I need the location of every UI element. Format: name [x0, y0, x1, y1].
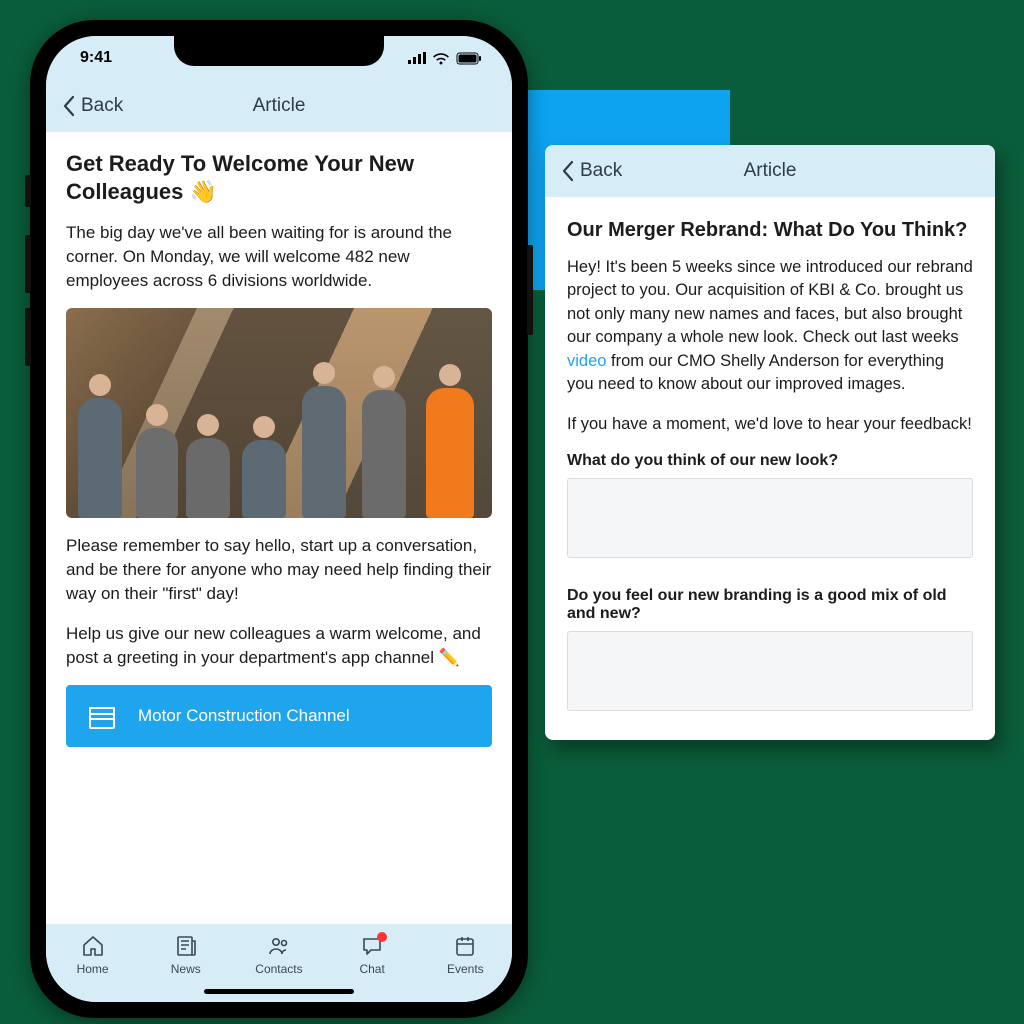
phone-frame: 9:41 Back Article Get Ready To Welcome Y… [30, 20, 528, 1018]
notification-badge [377, 932, 387, 942]
back-button[interactable]: Back [62, 95, 123, 117]
article-paragraph-2: Please remember to say hello, start up a… [66, 534, 492, 605]
card-article-title: Our Merger Rebrand: What Do You Think? [567, 219, 973, 242]
tab-chat[interactable]: Chat [337, 934, 407, 976]
article-card: Back Article Our Merger Rebrand: What Do… [545, 145, 995, 740]
notch [174, 36, 384, 66]
channel-icon [86, 700, 118, 732]
channel-button-label: Motor Construction Channel [138, 706, 350, 726]
tab-chat-label: Chat [359, 962, 384, 976]
survey-answer-2[interactable] [567, 631, 973, 711]
battery-icon [456, 52, 482, 65]
tab-contacts[interactable]: Contacts [244, 934, 314, 976]
card-paragraph-1a: Hey! It's been 5 weeks since we introduc… [567, 258, 973, 346]
volume-down-button [25, 308, 31, 366]
card-content: Our Merger Rebrand: What Do You Think? H… [545, 197, 995, 740]
tab-contacts-label: Contacts [255, 962, 302, 976]
tab-home-label: Home [77, 962, 109, 976]
video-link[interactable]: video [567, 352, 606, 370]
tab-news-label: News [171, 962, 201, 976]
chevron-left-icon [561, 160, 574, 182]
card-back-label: Back [580, 160, 622, 182]
survey-question-2: Do you feel our new branding is a good m… [567, 587, 973, 623]
survey-answer-1[interactable] [567, 478, 973, 558]
tab-news[interactable]: News [151, 934, 221, 976]
chevron-left-icon [62, 95, 75, 117]
channel-button[interactable]: Motor Construction Channel [66, 685, 492, 747]
card-paragraph-1b: from our CMO Shelly Anderson for everyth… [567, 352, 944, 393]
signal-icon [408, 52, 426, 64]
card-nav-bar: Back Article [545, 145, 995, 197]
back-label: Back [81, 95, 123, 117]
phone-screen: 9:41 Back Article Get Ready To Welcome Y… [46, 36, 512, 1002]
tab-events[interactable]: Events [430, 934, 500, 976]
home-icon [81, 934, 105, 958]
article-content: Get Ready To Welcome Your New Colleagues… [46, 132, 512, 924]
article-hero-image [66, 308, 492, 518]
mute-switch [25, 175, 31, 207]
volume-up-button [25, 235, 31, 293]
home-indicator [204, 989, 354, 994]
tab-events-label: Events [447, 962, 484, 976]
article-paragraph-3: Help us give our new colleagues a warm w… [66, 622, 492, 670]
card-back-button[interactable]: Back [561, 160, 622, 182]
wifi-icon [432, 52, 450, 65]
article-title: Get Ready To Welcome Your New Colleagues… [66, 150, 492, 205]
events-icon [453, 934, 477, 958]
nav-bar: Back Article [46, 80, 512, 132]
card-paragraph-2: If you have a moment, we'd love to hear … [567, 413, 973, 436]
survey-question-1: What do you think of our new look? [567, 452, 973, 470]
article-paragraph-1: The big day we've all been waiting for i… [66, 221, 492, 292]
power-button [527, 245, 533, 335]
tab-home[interactable]: Home [58, 934, 128, 976]
status-time: 9:41 [80, 49, 112, 67]
card-paragraph-1: Hey! It's been 5 weeks since we introduc… [567, 256, 973, 397]
status-icons [408, 52, 482, 65]
news-icon [174, 934, 198, 958]
contacts-icon [267, 934, 291, 958]
